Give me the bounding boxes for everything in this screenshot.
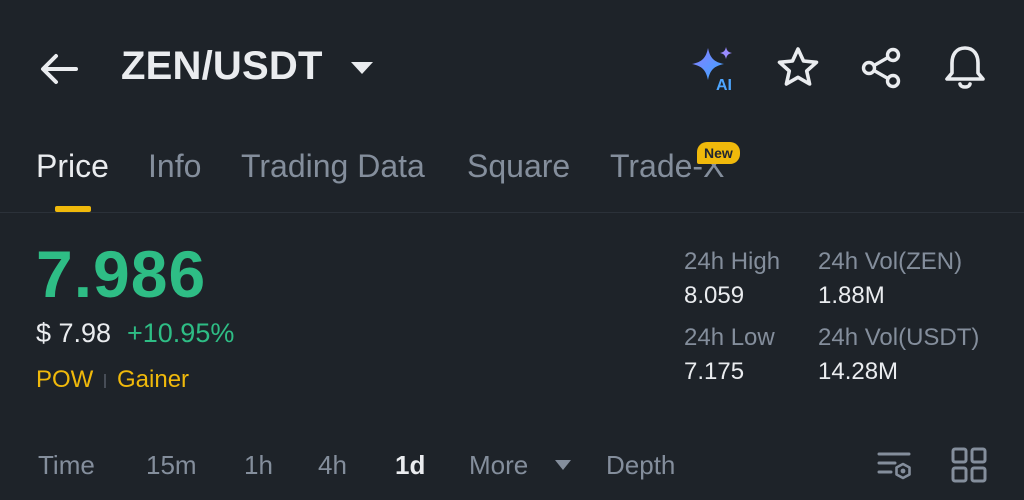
tab-divider — [0, 212, 1024, 213]
tag-gainer[interactable]: Gainer — [117, 366, 189, 394]
tab-square[interactable]: Square — [467, 148, 570, 185]
high-label: 24h High — [684, 248, 781, 275]
share-icon[interactable] — [857, 44, 905, 92]
fiat-price: $ 7.98 — [36, 318, 112, 348]
tag-separator — [104, 374, 106, 388]
vol-base-value: 1.88M — [818, 282, 885, 309]
low-label: 24h Low — [684, 324, 775, 351]
tab-bar: Price Info Trading Data Square Trade-X — [0, 148, 1024, 214]
ai-sparkle-icon[interactable]: AI — [690, 44, 740, 94]
indicator-settings-icon[interactable] — [876, 446, 914, 484]
interval-4h[interactable]: 4h — [318, 450, 347, 481]
vol-quote-value: 14.28M — [818, 358, 899, 385]
last-price: 7.986 — [36, 237, 207, 311]
high-value: 8.059 — [684, 282, 745, 309]
tab-price[interactable]: Price — [36, 148, 109, 185]
vol-quote-label: 24h Vol(USDT) — [818, 324, 980, 351]
caret-down-icon[interactable] — [348, 58, 376, 78]
tag-pow[interactable]: POW — [36, 366, 93, 394]
back-arrow-icon[interactable] — [36, 46, 82, 92]
interval-1h[interactable]: 1h — [244, 450, 273, 481]
tab-trading-data[interactable]: Trading Data — [241, 148, 425, 185]
interval-15m[interactable]: 15m — [146, 450, 197, 481]
grid-layout-icon[interactable] — [950, 446, 988, 484]
vol-base-label: 24h Vol(ZEN) — [818, 248, 963, 275]
caret-down-icon[interactable] — [553, 458, 573, 472]
tab-info[interactable]: Info — [148, 148, 201, 185]
price-change-percent: +10.95% — [127, 318, 235, 348]
interval-1d[interactable]: 1d — [395, 450, 425, 481]
pair-title[interactable]: ZEN/USDT — [121, 44, 323, 89]
bell-icon[interactable] — [940, 42, 990, 92]
interval-depth[interactable]: Depth — [606, 450, 675, 481]
low-value: 7.175 — [684, 358, 745, 385]
interval-time[interactable]: Time — [38, 450, 95, 481]
interval-more[interactable]: More — [469, 450, 528, 481]
star-icon[interactable] — [774, 44, 822, 92]
new-badge: New — [697, 142, 740, 164]
svg-text:AI: AI — [716, 77, 732, 94]
